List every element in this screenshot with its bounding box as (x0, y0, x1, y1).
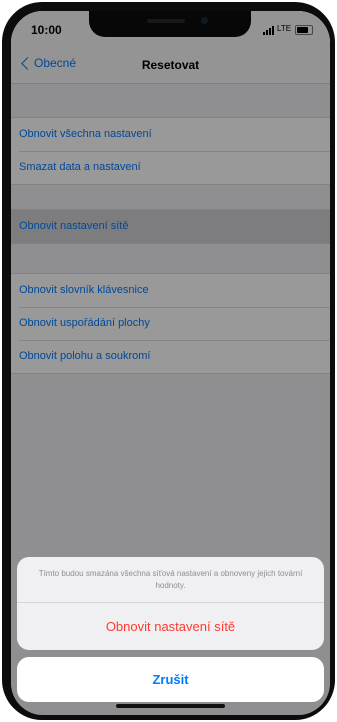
confirm-reset-network-button[interactable]: Obnovit nastavení sítě (17, 603, 324, 650)
action-sheet: Tímto budou smazána všechna síťová nasta… (17, 557, 324, 650)
screen: 10:00 LTE Obecné Resetovat Obnovit všech… (11, 11, 330, 715)
cancel-button[interactable]: Zrušit (17, 657, 324, 702)
phone-mockup: 10:00 LTE Obecné Resetovat Obnovit všech… (0, 0, 337, 722)
action-sheet-message: Tímto budou smazána všechna síťová nasta… (17, 557, 324, 603)
phone-frame: 10:00 LTE Obecné Resetovat Obnovit všech… (2, 2, 335, 720)
home-indicator[interactable] (116, 704, 225, 708)
